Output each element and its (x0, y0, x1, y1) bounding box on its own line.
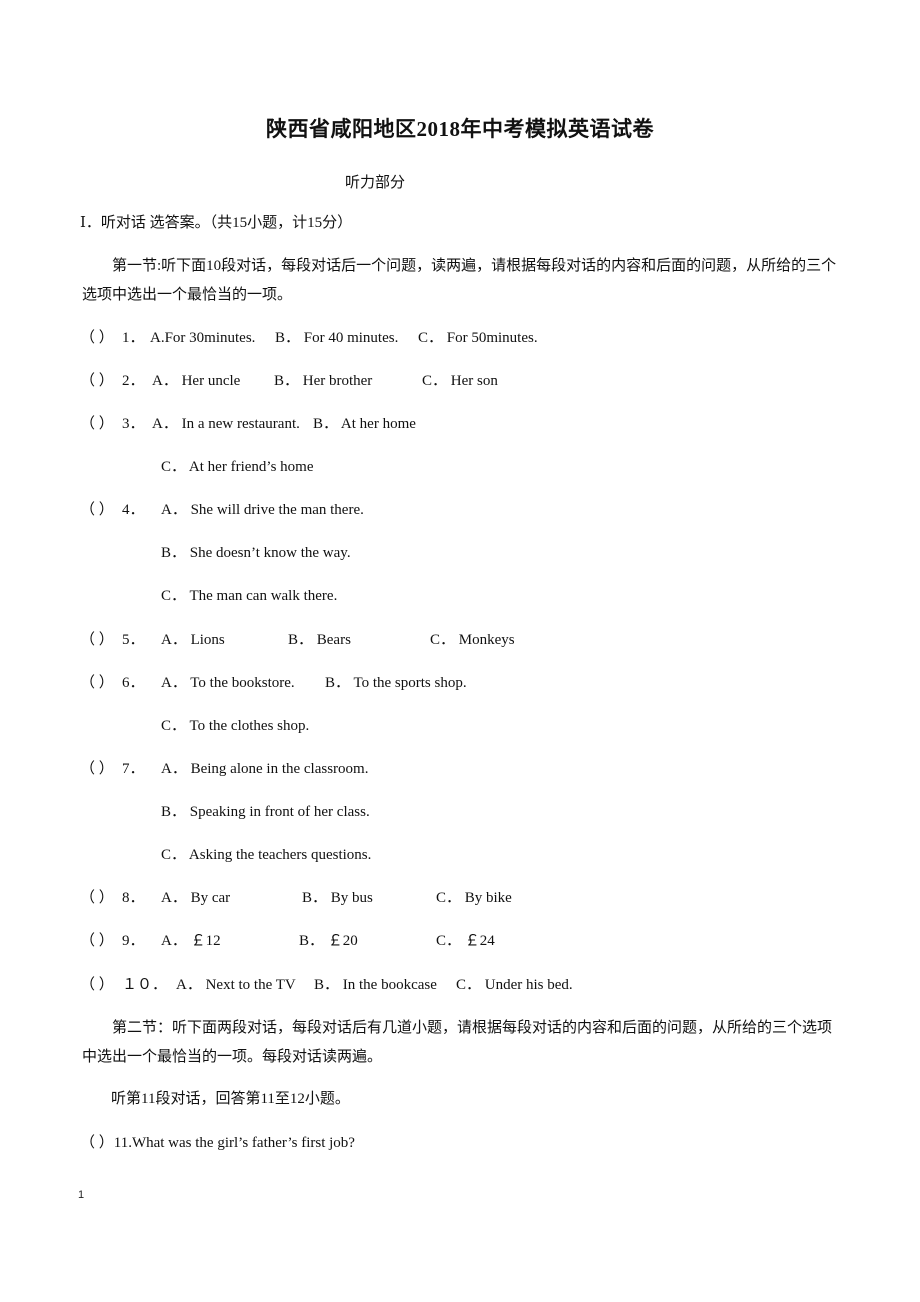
question-number: 2． (122, 373, 145, 389)
question-4: （ ） 4． (80, 501, 145, 519)
question-9: （ ） 9． (80, 932, 145, 950)
option-a: A． By car (161, 890, 231, 906)
question-1: （ ） 1． (80, 329, 145, 347)
option-a: A． Lions (161, 632, 225, 648)
document-title: 陕西省咸阳地区2018年中考模拟英语试卷 (266, 117, 654, 141)
question-number: 6． (122, 675, 145, 691)
question-number: 8． (122, 890, 145, 906)
option-c: C． The man can walk there. (161, 588, 338, 604)
answer-blank[interactable]: （ ） (80, 501, 122, 519)
answer-blank[interactable]: （ ） (80, 415, 122, 433)
answer-blank[interactable]: （ ） (80, 760, 122, 778)
section-subtitle: 听力部分 (345, 175, 406, 191)
option-c: C． Monkeys (430, 632, 515, 648)
question-number: 4． (122, 502, 145, 518)
question-number: １０． (122, 977, 168, 993)
option-c: C． By bike (436, 890, 512, 906)
option-c: C． At her friend’s home (161, 459, 314, 475)
answer-blank[interactable]: （ ） (80, 329, 122, 347)
answer-blank[interactable]: （ ） (80, 976, 122, 994)
option-a: A． To the bookstore. (161, 675, 295, 691)
option-a: A． ￡12 (161, 933, 221, 949)
answer-blank[interactable]: （ ） (80, 372, 122, 390)
question-6: （ ） 6． (80, 674, 145, 692)
part1-instructions: 第一节:听下面10段对话，每段对话后一个问题，读两遍，请根据每段对话的内容和后面… (82, 258, 837, 303)
question-number: 9． (122, 933, 145, 949)
question-3: （ ） 3． (80, 415, 145, 433)
answer-blank[interactable]: （ ） (80, 631, 122, 649)
answer-blank[interactable]: （ ） (80, 889, 122, 907)
document-page: 陕西省咸阳地区2018年中考模拟英语试卷 听力部分 Ⅰ．听对话 选答案。（共15… (0, 0, 920, 1302)
question-number: 7． (122, 761, 145, 777)
question-2: （ ） 2． (80, 372, 145, 390)
option-c: C． ￡24 (436, 933, 495, 949)
question-5: （ ） 5． (80, 631, 145, 649)
option-b: B． ￡20 (299, 933, 358, 949)
question-10: （ ） １０． (80, 976, 167, 994)
page-number: 1 (78, 1189, 85, 1201)
option-b: B． Bears (288, 632, 351, 648)
option-b: B． Her brother (274, 373, 373, 389)
option-a: A． In a new restaurant. (152, 416, 300, 432)
option-a: A.For 30minutes. (150, 330, 256, 346)
option-a: A． Next to the TV (176, 977, 296, 993)
question-11: （ ）11.What was the girl’s father’s first… (80, 1135, 355, 1151)
option-b: B． To the sports shop. (325, 675, 467, 691)
question-number: 5． (122, 632, 145, 648)
question-number: 3． (122, 416, 145, 432)
answer-blank[interactable]: （ ） (80, 674, 122, 692)
section-heading: Ⅰ．听对话 选答案。（共15小题，计15分） (80, 215, 353, 231)
question-7: （ ） 7． (80, 760, 145, 778)
dialogue-11-instruction: 听第11段对话，回答第11至12小题。 (111, 1091, 350, 1107)
option-c: C． Her son (422, 373, 498, 389)
question-number: 1． (122, 330, 145, 346)
option-a: A． Being alone in the classroom. (161, 761, 369, 777)
option-b: B． In the bookcase (314, 977, 437, 993)
option-c: C． For 50minutes. (418, 330, 538, 346)
option-b: B． At her home (313, 416, 416, 432)
option-c: C． To the clothes shop. (161, 718, 310, 734)
option-a: A． She will drive the man there. (161, 502, 364, 518)
option-b: B． Speaking in front of her class. (161, 804, 370, 820)
part2-instructions: 第二节：听下面两段对话，每段对话后有几道小题，请根据每段对话的内容和后面的问题，… (82, 1020, 833, 1065)
option-b: B． By bus (302, 890, 373, 906)
option-a: A． Her uncle (152, 373, 241, 389)
option-c: C． Asking the teachers questions. (161, 847, 372, 863)
question-8: （ ） 8． (80, 889, 145, 907)
option-b: B． For 40 minutes. (275, 330, 399, 346)
option-c: C． Under his bed. (456, 977, 573, 993)
option-b: B． She doesn’t know the way. (161, 545, 351, 561)
answer-blank[interactable]: （ ） (80, 932, 122, 950)
